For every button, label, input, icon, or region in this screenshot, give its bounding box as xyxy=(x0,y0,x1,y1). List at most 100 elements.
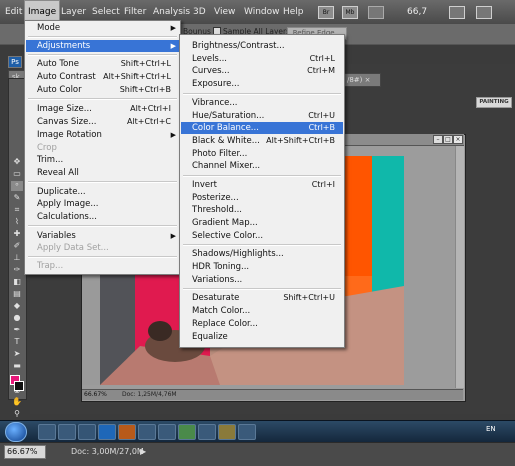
clone-stamp-tool-icon[interactable]: ⊥ xyxy=(11,253,23,263)
menu-window[interactable]: Window xyxy=(241,0,283,24)
menu-item-auto-contrast[interactable]: Auto Contrast Alt+Shift+Ctrl+L xyxy=(26,71,179,83)
menu-item-shortcut: Ctrl+M xyxy=(307,66,335,75)
menu-3d[interactable]: 3D xyxy=(190,0,209,24)
app-icon[interactable] xyxy=(178,424,196,440)
language-indicator[interactable]: EN xyxy=(486,425,496,433)
menu-item-image-rotation[interactable]: Image Rotation ▶ xyxy=(26,129,179,141)
menu-item-trim[interactable]: Trim... xyxy=(26,154,179,166)
triangle-right-icon[interactable]: ▶ xyxy=(140,447,146,456)
menu-item-reveal-all[interactable]: Reveal All xyxy=(26,167,179,179)
menu-item-match-color[interactable]: Match Color... xyxy=(181,305,343,317)
menu-item-curves[interactable]: Curves... Ctrl+M xyxy=(181,65,343,77)
bridge-icon[interactable]: Br xyxy=(318,6,334,19)
history-brush-tool-icon[interactable]: ✑ xyxy=(11,265,23,275)
menu-item-invert[interactable]: Invert Ctrl+I xyxy=(181,179,343,191)
menu-item-auto-tone[interactable]: Auto Tone Shift+Ctrl+L xyxy=(26,58,179,70)
background-color-swatch[interactable] xyxy=(14,381,24,391)
menu-item-variations[interactable]: Variations... xyxy=(181,274,343,286)
hand-tool-icon[interactable]: ✋ xyxy=(11,397,23,407)
app-icon[interactable] xyxy=(218,424,236,440)
app-icon[interactable] xyxy=(138,424,156,440)
menu-item-hdr-toning[interactable]: HDR Toning... xyxy=(181,261,343,273)
menu-item-shadows-highlights[interactable]: Shadows/Highlights... xyxy=(181,248,343,260)
menu-item-image-size[interactable]: Image Size... Alt+Ctrl+I xyxy=(26,103,179,115)
close-icon[interactable]: × xyxy=(365,76,371,84)
menu-item-selective-color[interactable]: Selective Color... xyxy=(181,230,343,242)
document-tab-2[interactable]: /8#) × xyxy=(343,73,381,87)
separator xyxy=(28,98,177,100)
separator xyxy=(28,256,177,258)
menu-item-equalize[interactable]: Equalize xyxy=(181,331,343,343)
tab-label: /8#) xyxy=(347,76,363,84)
menu-item-variables[interactable]: Variables ▶ xyxy=(26,230,179,242)
separator xyxy=(28,181,177,183)
gradient-tool-icon[interactable]: ▤ xyxy=(11,289,23,299)
menu-edit[interactable]: Edit xyxy=(2,0,25,24)
app-icon[interactable] xyxy=(238,424,256,440)
menu-item-label: Gradient Map... xyxy=(192,218,258,228)
menu-help[interactable]: Help xyxy=(280,0,307,24)
app-icon[interactable] xyxy=(198,424,216,440)
menu-item-exposure[interactable]: Exposure... xyxy=(181,78,343,90)
menu-item-posterize[interactable]: Posterize... xyxy=(181,192,343,204)
menu-item-threshold[interactable]: Threshold... xyxy=(181,204,343,216)
menu-item-canvas-size[interactable]: Canvas Size... Alt+Ctrl+C xyxy=(26,116,179,128)
mini-bridge-icon[interactable]: Mb xyxy=(342,6,358,19)
menu-item-color-balance[interactable]: Color Balance... Ctrl+B xyxy=(181,122,343,134)
screen-mode-icon[interactable] xyxy=(476,6,492,19)
menu-item-desaturate[interactable]: Desaturate Shift+Ctrl+U xyxy=(181,292,343,304)
media-player-icon[interactable] xyxy=(58,424,76,440)
menu-item-photo-filter[interactable]: Photo Filter... xyxy=(181,148,343,160)
pen-tool-icon[interactable]: ✒ xyxy=(11,325,23,335)
minimize-icon[interactable]: – xyxy=(433,135,443,144)
move-tool-icon[interactable]: ✥ xyxy=(11,157,23,167)
menu-item-channel-mixer[interactable]: Channel Mixer... xyxy=(181,160,343,172)
crop-tool-icon[interactable]: ⌗ xyxy=(11,205,23,215)
eyedropper-tool-icon[interactable]: ⌇ xyxy=(11,217,23,227)
quick-select-tool-icon[interactable]: ✎ xyxy=(11,193,23,203)
windows-start-icon[interactable] xyxy=(5,422,27,442)
triangle-right-icon: ▶ xyxy=(170,24,176,32)
type-tool-icon[interactable]: T xyxy=(11,337,23,347)
menu-view[interactable]: View xyxy=(211,0,238,24)
healing-brush-tool-icon[interactable]: ✚ xyxy=(11,229,23,239)
shape-tool-icon[interactable]: ▬ xyxy=(11,361,23,371)
brush-tool-icon[interactable]: ✐ xyxy=(11,241,23,251)
menu-item-mode[interactable]: Mode ▶ xyxy=(26,22,179,34)
menu-item-replace-color[interactable]: Replace Color... xyxy=(181,318,343,330)
firefox-icon[interactable] xyxy=(118,424,136,440)
explorer-icon[interactable] xyxy=(38,424,56,440)
separator xyxy=(183,288,341,290)
arrange-documents-icon[interactable] xyxy=(449,6,465,19)
blur-tool-icon[interactable]: ◆ xyxy=(11,301,23,311)
menu-item-adjustments[interactable]: Adjustments ▶ xyxy=(26,40,179,52)
zoom-level-icon[interactable] xyxy=(368,6,384,19)
painting-workspace-button[interactable]: PAINTING xyxy=(476,97,512,108)
lasso-tool-icon[interactable]: ᵒ xyxy=(11,181,23,191)
zoom-tool-icon[interactable]: ⚲ xyxy=(11,409,23,419)
menu-item-shortcut: Alt+Ctrl+C xyxy=(126,117,171,126)
eraser-tool-icon[interactable]: ◧ xyxy=(11,277,23,287)
menu-item-calculations[interactable]: Calculations... xyxy=(26,211,179,223)
photoshop-taskbar-icon[interactable] xyxy=(98,424,116,440)
menu-item-levels[interactable]: Levels... Ctrl+L xyxy=(181,53,343,65)
menu-item-hue-saturation[interactable]: Hue/Saturation... Ctrl+U xyxy=(181,110,343,122)
maximize-icon[interactable]: □ xyxy=(443,135,453,144)
zoom-field[interactable]: 66.67% xyxy=(4,445,46,459)
app-icon[interactable] xyxy=(158,424,176,440)
vertical-scrollbar[interactable] xyxy=(455,146,464,388)
menu-item-apply-image[interactable]: Apply Image... xyxy=(26,198,179,210)
document-zoom-text[interactable]: 66.67% xyxy=(84,391,107,398)
menu-item-vibrance[interactable]: Vibrance... xyxy=(181,97,343,109)
menu-item-duplicate[interactable]: Duplicate... xyxy=(26,186,179,198)
dodge-tool-icon[interactable]: ● xyxy=(11,313,23,323)
menu-item-gradient-map[interactable]: Gradient Map... xyxy=(181,217,343,229)
menu-item-brightness-contrast[interactable]: Brightness/Contrast... xyxy=(181,40,343,52)
close-icon[interactable]: × xyxy=(453,135,463,144)
folder-icon[interactable] xyxy=(78,424,96,440)
marquee-tool-icon[interactable]: ▭ xyxy=(11,169,23,179)
path-selection-tool-icon[interactable]: ➤ xyxy=(11,349,23,359)
menu-item-auto-color[interactable]: Auto Color Shift+Ctrl+B xyxy=(26,84,179,96)
menu-item-black-white[interactable]: Black & White... Alt+Shift+Ctrl+B xyxy=(181,135,343,147)
zoom-level-text[interactable]: 66,7 xyxy=(407,0,427,24)
